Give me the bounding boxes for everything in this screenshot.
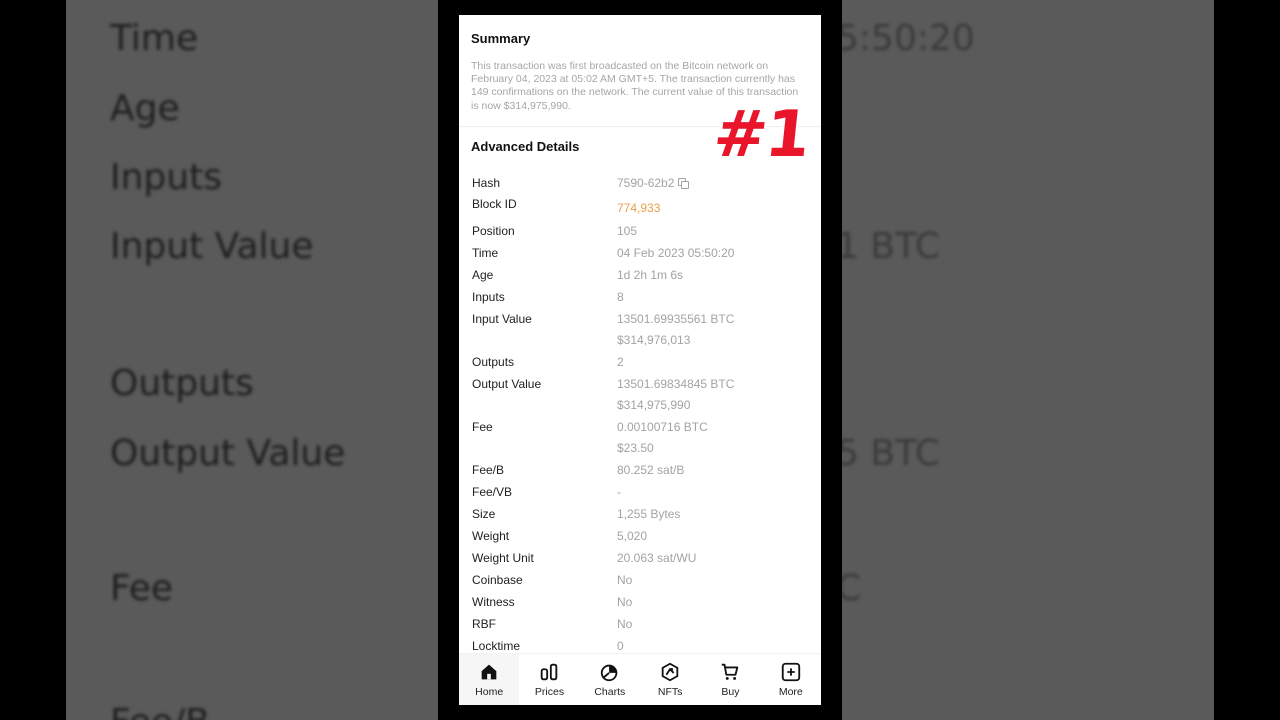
- detail-label: Locktime: [472, 639, 521, 653]
- bg-label: Time: [110, 18, 199, 59]
- detail-value: 0.00100716 BTC: [617, 420, 708, 434]
- block-id-link[interactable]: 774,933: [617, 201, 660, 215]
- pie-chart-icon: [600, 664, 618, 682]
- background-left: Time Age Inputs Input Value Outputs Outp…: [66, 0, 438, 720]
- home-icon: [481, 664, 497, 680]
- detail-label: Size: [472, 507, 496, 521]
- detail-label: Weight Unit: [472, 551, 534, 565]
- tab-charts[interactable]: Charts: [580, 654, 640, 705]
- detail-value: 5,020: [617, 529, 648, 543]
- plus-square-icon: [781, 662, 800, 682]
- tab-label: Buy: [721, 686, 740, 698]
- detail-value-usd: $314,975,990: [617, 398, 691, 412]
- detail-label: Witness: [472, 595, 515, 609]
- detail-label: RBF: [472, 617, 496, 631]
- bg-label: Inputs: [110, 157, 222, 198]
- nft-icon: [661, 662, 679, 682]
- detail-value: 8: [617, 290, 624, 304]
- detail-value: -: [617, 485, 621, 499]
- tab-prices[interactable]: Prices: [519, 654, 579, 705]
- background-right: 5:50:20 1 BTC 5 BTC C: [842, 0, 1214, 720]
- cart-icon: [722, 663, 739, 680]
- detail-label: Weight: [472, 529, 510, 543]
- summary-title: Summary: [471, 31, 531, 46]
- detail-value-usd: $23.50: [617, 441, 654, 455]
- bg-fragment: 1 BTC: [842, 226, 941, 267]
- detail-label: Fee/VB: [472, 485, 513, 499]
- detail-label: Output Value: [472, 377, 542, 391]
- detail-value: 13501.69834845 BTC: [617, 377, 735, 391]
- tab-label: Home: [475, 686, 504, 698]
- detail-label: Time: [472, 246, 499, 260]
- tab-label: Prices: [534, 686, 565, 698]
- tab-label: Charts: [594, 686, 626, 698]
- tab-nfts[interactable]: NFTs: [640, 654, 700, 705]
- tab-label: More: [778, 686, 803, 698]
- rank-badge: #1: [710, 98, 813, 172]
- detail-value: 105: [617, 224, 638, 238]
- detail-value-usd: $314,976,013: [617, 333, 691, 347]
- detail-label: Block ID: [472, 197, 517, 211]
- detail-label: Hash: [472, 176, 501, 190]
- detail-value: 0: [617, 639, 624, 653]
- detail-value: 1d 2h 1m 6s: [617, 268, 684, 282]
- bg-label: Fee: [110, 568, 174, 609]
- detail-value: 1,255 Bytes: [617, 507, 681, 521]
- detail-label: Age: [472, 268, 494, 282]
- bg-label: Age: [110, 88, 180, 129]
- detail-label: Inputs: [472, 290, 505, 304]
- detail-value: 2: [617, 355, 624, 369]
- tab-home[interactable]: Home: [459, 654, 520, 705]
- detail-label: Fee/B: [472, 463, 505, 477]
- detail-value: 20.063 sat/WU: [617, 551, 697, 565]
- bg-label: Fee/B: [110, 702, 210, 720]
- bg-label: Input Value: [110, 226, 314, 267]
- detail-label: Coinbase: [472, 573, 523, 587]
- detail-value: 04 Feb 2023 05:50:20: [617, 246, 735, 260]
- detail-value: No: [617, 617, 633, 631]
- detail-value: 13501.69935561 BTC: [617, 312, 735, 326]
- bg-label: Output Value: [110, 433, 346, 474]
- bg-label: Outputs: [110, 363, 254, 404]
- detail-label: Fee: [472, 420, 493, 434]
- copy-icon[interactable]: [678, 178, 690, 189]
- bg-fragment: C: [842, 568, 862, 609]
- detail-label: Position: [472, 224, 515, 238]
- detail-value: No: [617, 573, 633, 587]
- bg-fragment: 5 BTC: [842, 433, 941, 474]
- detail-value: 7590-62b2: [617, 176, 690, 190]
- bottom-tab-bar: Home Prices Charts NFTs Buy More: [459, 653, 821, 705]
- detail-value: 80.252 sat/B: [617, 463, 685, 477]
- detail-label: Input Value: [472, 312, 532, 326]
- tab-label: NFTs: [657, 686, 683, 698]
- detail-label: Outputs: [472, 355, 515, 369]
- tab-buy[interactable]: Buy: [700, 654, 760, 705]
- bg-fragment: 5:50:20: [842, 18, 975, 59]
- detail-value: No: [617, 595, 633, 609]
- tab-more[interactable]: More: [761, 654, 821, 705]
- bar-chart-icon: [541, 663, 558, 681]
